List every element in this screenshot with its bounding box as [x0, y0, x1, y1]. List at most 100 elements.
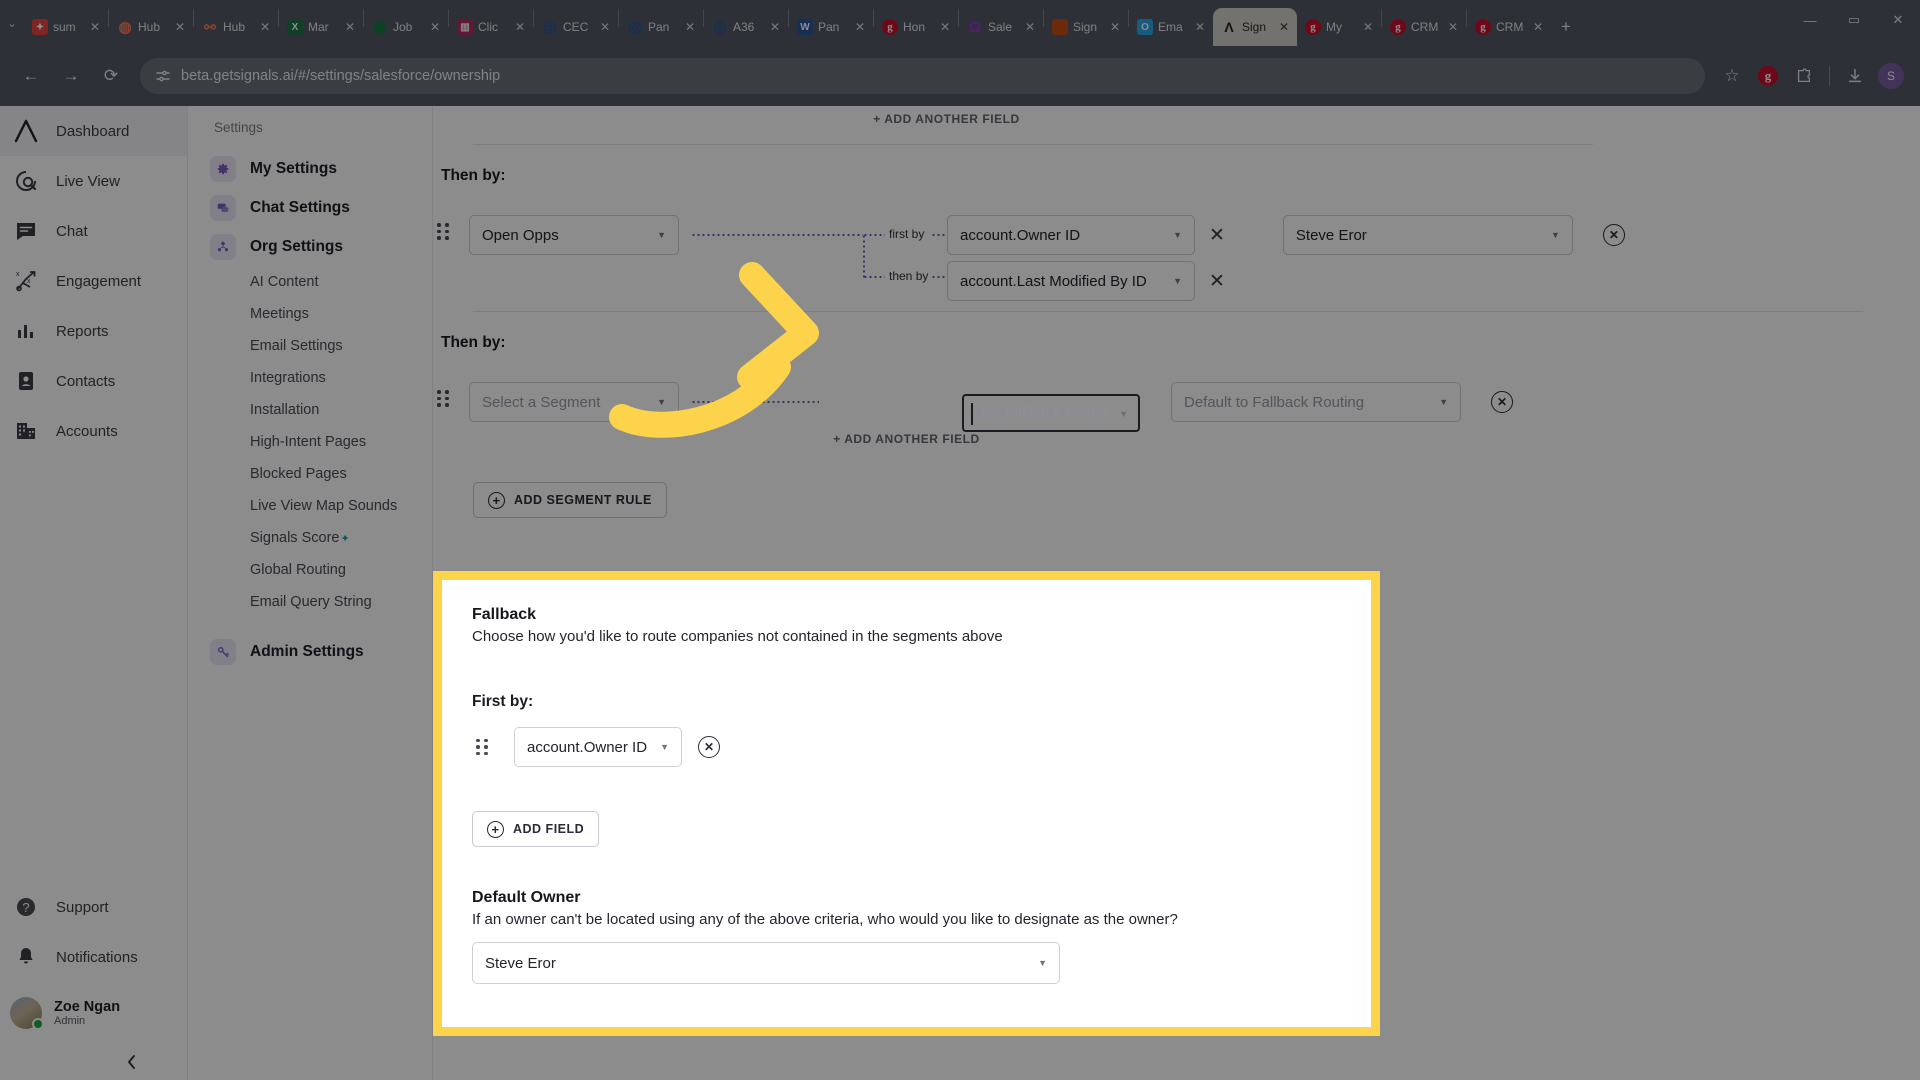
tune-icon[interactable]: [154, 68, 171, 85]
close-icon[interactable]: ✕: [1025, 20, 1037, 34]
settings-item-admin-settings[interactable]: Admin Settings: [188, 632, 432, 671]
settings-subitem-meetings[interactable]: Meetings: [188, 298, 432, 330]
rule-1-remove-then-field-button[interactable]: ✕: [1209, 272, 1225, 291]
browser-tab[interactable]: Sign ✕: [1044, 8, 1128, 46]
close-icon[interactable]: ✕: [1448, 20, 1460, 34]
profile-avatar-button[interactable]: S: [1874, 59, 1908, 93]
settings-item-chat-settings[interactable]: Chat Settings: [188, 188, 432, 227]
close-icon[interactable]: ✕: [1110, 20, 1122, 34]
sidebar-item-contacts[interactable]: Contacts: [0, 356, 187, 406]
close-icon[interactable]: ✕: [260, 20, 272, 34]
settings-subitem-integrations[interactable]: Integrations: [188, 362, 432, 394]
back-arrow-icon[interactable]: ←: [12, 57, 50, 95]
rule-2-owner-select-focused[interactable]: Use Fallback Owner ▼: [962, 394, 1140, 432]
address-bar[interactable]: beta.getsignals.ai/#/settings/salesforce…: [140, 58, 1705, 94]
sidebar-item-dashboard[interactable]: Dashboard: [0, 106, 187, 156]
default-owner-select[interactable]: Steve Eror ▼: [472, 942, 1060, 984]
settings-subitem-signals-score[interactable]: Signals Score ✦: [188, 522, 432, 554]
window-close-button[interactable]: ✕: [1876, 0, 1920, 40]
gong-icon: g: [882, 19, 898, 35]
drag-handle-rule-1[interactable]: [437, 223, 459, 240]
close-icon[interactable]: ✕: [1533, 20, 1545, 34]
browser-tab[interactable]: ◉ Job ✕: [364, 8, 448, 46]
browser-tab[interactable]: ▥ Clic ✕: [449, 8, 533, 46]
reload-icon[interactable]: ⟳: [92, 57, 130, 95]
fallback-first-by-select[interactable]: account.Owner ID ▼: [514, 727, 682, 767]
download-icon[interactable]: [1838, 59, 1872, 93]
settings-subitem-global-routing[interactable]: Global Routing: [188, 554, 432, 586]
close-icon[interactable]: ✕: [855, 20, 867, 34]
browser-tab-active[interactable]: Λ Sign ✕: [1213, 8, 1297, 46]
window-minimize-button[interactable]: —: [1788, 0, 1832, 40]
rule-2-segment-select[interactable]: Select a Segment ▼: [469, 382, 679, 422]
settings-subitem-high-intent-pages[interactable]: High-Intent Pages: [188, 426, 432, 458]
close-icon[interactable]: ✕: [175, 20, 187, 34]
drag-handle-fallback-field[interactable]: [476, 738, 498, 756]
settings-subitem-email-query-string[interactable]: Email Query String: [188, 586, 432, 618]
sidebar-item-support[interactable]: ? Support: [0, 882, 188, 932]
browser-tab[interactable]: X Mar ✕: [279, 8, 363, 46]
browser-tab[interactable]: ◎ A36 ✕: [704, 8, 788, 46]
close-icon[interactable]: ✕: [685, 20, 697, 34]
sidebar-item-reports[interactable]: Reports: [0, 306, 187, 356]
add-another-field-link-rule-2[interactable]: + ADD ANOTHER FIELD: [433, 422, 1380, 464]
browser-tab[interactable]: g CRM ✕: [1382, 8, 1466, 46]
fallback-remove-field-button[interactable]: ✕: [698, 736, 720, 758]
drag-handle-rule-2[interactable]: [437, 390, 459, 407]
close-icon[interactable]: ✕: [515, 20, 527, 34]
browser-tab[interactable]: g My ✕: [1297, 8, 1381, 46]
close-icon[interactable]: ✕: [1279, 20, 1291, 34]
rule-1-segment-select[interactable]: Open Opps ▼: [469, 215, 679, 255]
sidebar-item-engagement[interactable]: xx Engagement: [0, 256, 187, 306]
tab-scroll-left-icon[interactable]: ⌄: [0, 0, 24, 46]
add-another-field-link-top[interactable]: + ADD ANOTHER FIELD: [473, 106, 1420, 144]
fallback-add-field-button[interactable]: + ADD FIELD: [472, 811, 600, 847]
settings-item-org-settings[interactable]: Org Settings: [188, 227, 432, 266]
close-icon[interactable]: ✕: [1195, 20, 1207, 34]
browser-tab[interactable]: ✦ sum ✕: [24, 8, 108, 46]
settings-subitem-installation[interactable]: Installation: [188, 394, 432, 426]
new-tab-button[interactable]: +: [1551, 8, 1581, 46]
browser-tab[interactable]: W Pan ✕: [789, 8, 873, 46]
settings-subitem-email-settings[interactable]: Email Settings: [188, 330, 432, 362]
hubspot-icon: ⚯: [204, 19, 216, 35]
browser-tab[interactable]: g CRM ✕: [1467, 8, 1551, 46]
browser-tab[interactable]: ◎ CEC ✕: [534, 8, 618, 46]
settings-item-my-settings[interactable]: My Settings: [188, 149, 432, 188]
browser-tab[interactable]: ◍ Hub ✕: [109, 8, 193, 46]
browser-tab[interactable]: ⚯ Hub ✕: [194, 8, 278, 46]
close-icon[interactable]: ✕: [90, 20, 102, 34]
rule-1-then-by-field-select[interactable]: account.Last Modified By ID ▼: [947, 261, 1195, 301]
sidebar-item-chat[interactable]: Chat: [0, 206, 187, 256]
settings-subitem-blocked-pages[interactable]: Blocked Pages: [188, 458, 432, 490]
browser-tab[interactable]: g Hon ✕: [874, 8, 958, 46]
star-icon[interactable]: ☆: [1715, 59, 1749, 93]
rule-1-remove-first-field-button[interactable]: ✕: [1209, 226, 1225, 245]
puzzle-icon[interactable]: [1787, 59, 1821, 93]
collapse-sidebar-button[interactable]: [0, 1044, 188, 1080]
close-icon[interactable]: ✕: [770, 20, 782, 34]
settings-subitem-ai-content[interactable]: AI Content: [188, 266, 432, 298]
rule-2-delete-button[interactable]: ✕: [1491, 391, 1513, 413]
close-icon[interactable]: ✕: [345, 20, 357, 34]
close-icon[interactable]: ✕: [940, 20, 952, 34]
settings-subitem-live-view-map-sounds[interactable]: Live View Map Sounds: [188, 490, 432, 522]
sidebar-item-accounts[interactable]: Accounts: [0, 406, 187, 456]
browser-tab[interactable]: Ω Sale ✕: [959, 8, 1043, 46]
user-profile[interactable]: Zoe Ngan Admin: [0, 982, 188, 1044]
rule-1-delete-button[interactable]: ✕: [1602, 224, 1625, 246]
rule-1-first-by-field-select[interactable]: account.Owner ID ▼: [947, 215, 1195, 255]
sidebar-item-notifications[interactable]: Notifications: [0, 932, 188, 982]
window-maximize-button[interactable]: ▭: [1832, 0, 1876, 40]
forward-arrow-icon[interactable]: →: [52, 57, 90, 95]
rule-2-assignee-select[interactable]: Default to Fallback Routing ▼: [1171, 382, 1461, 422]
add-segment-rule-button[interactable]: + ADD SEGMENT RULE: [473, 482, 667, 518]
close-icon[interactable]: ✕: [1363, 20, 1375, 34]
rule-1-assignee-select[interactable]: Steve Eror ▼: [1282, 215, 1573, 255]
sidebar-item-live-view[interactable]: Live View: [0, 156, 187, 206]
gong-extension-icon[interactable]: g: [1751, 59, 1785, 93]
close-icon[interactable]: ✕: [430, 20, 442, 34]
close-icon[interactable]: ✕: [600, 20, 612, 34]
browser-tab[interactable]: ◎ Pan ✕: [619, 8, 703, 46]
browser-tab[interactable]: O Ema ✕: [1129, 8, 1213, 46]
